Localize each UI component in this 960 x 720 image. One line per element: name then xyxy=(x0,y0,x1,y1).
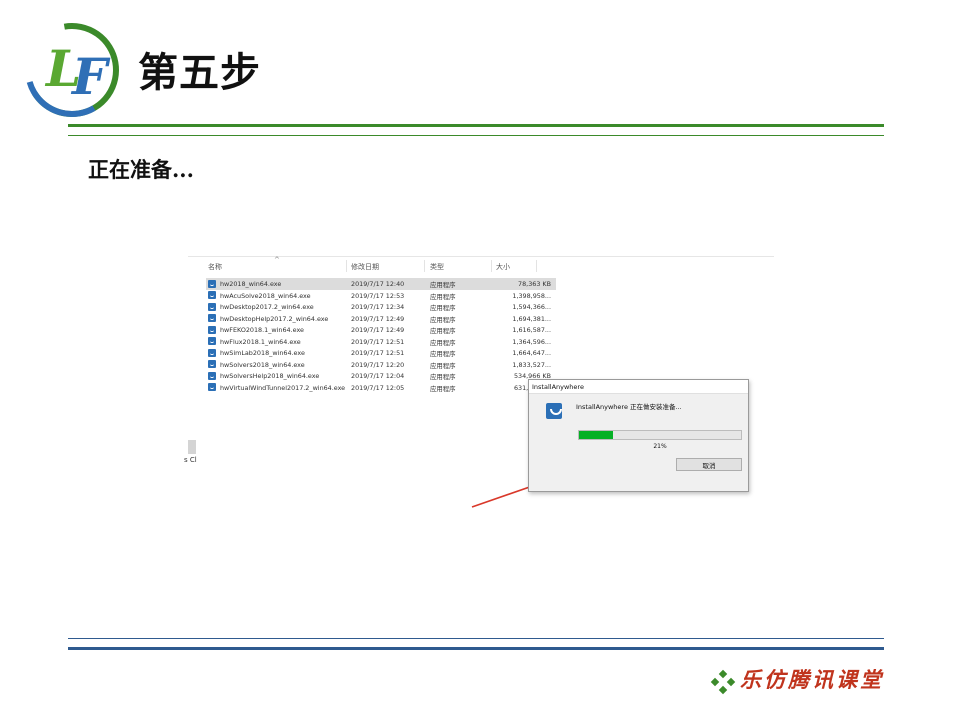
table-row[interactable]: hw2018_win64.exe 2019/7/17 12:40 应用程序 78,36… xyxy=(206,278,556,290)
lf-logo-icon: L F xyxy=(24,22,119,117)
table-row[interactable]: hwSolversHelp2018_win64.exe 2019/7/17 12:… xyxy=(206,370,556,382)
table-row[interactable]: hwFEKO2018.1_win64.exe 2019/7/17 12:49 应用程… xyxy=(206,324,556,336)
table-row[interactable]: hwSimLab2018_win64.exe 2019/7/17 12:51 应用程… xyxy=(206,347,556,359)
slide-title: 第五步 xyxy=(138,50,261,96)
file-type: 应用程序 xyxy=(430,327,456,335)
installer-file-icon xyxy=(208,348,216,357)
file-size: 1,594,366... xyxy=(512,303,551,311)
table-row[interactable]: hwDesktopHelp2017.2_win64.exe 2019/7/17 1… xyxy=(206,313,556,325)
file-date: 2019/7/17 12:49 xyxy=(351,314,405,323)
installer-file-icon xyxy=(208,302,216,311)
file-type: 应用程序 xyxy=(430,338,456,347)
slide-subtitle: 正在准备... xyxy=(88,157,194,182)
file-size: 1,616,587... xyxy=(512,326,551,334)
file-date: 2019/7/17 12:53 xyxy=(351,291,405,300)
file-size: 1,398,958... xyxy=(512,291,551,300)
scrollbar-stub[interactable] xyxy=(188,440,196,454)
column-separator[interactable] xyxy=(536,260,537,272)
column-header-date[interactable]: 修改日期 xyxy=(351,262,379,272)
file-name: hwSolvers2018_win64.exe xyxy=(220,360,305,369)
file-name: hwSolversHelp2018_win64.exe xyxy=(220,372,320,380)
file-size: 1,694,381... xyxy=(512,314,551,323)
file-type: 应用程序 xyxy=(430,304,456,312)
file-size: 1,364,596... xyxy=(512,337,551,346)
progress-bar xyxy=(578,430,742,440)
file-name: hw2018_win64.exe xyxy=(220,280,282,288)
installer-file-icon xyxy=(208,371,216,380)
file-name: hwDesktop2017.2_win64.exe xyxy=(220,303,314,311)
table-row[interactable]: hwAcuSolve2018_win64.exe 2019/7/17 12:53 应… xyxy=(206,290,556,302)
installer-file-icon xyxy=(208,360,216,368)
file-type: 应用程序 xyxy=(430,292,456,301)
footer-rule-thin xyxy=(68,638,884,639)
cancel-button[interactable]: 取消 xyxy=(676,458,742,471)
dialog-titlebar[interactable]: InstallAnywhere xyxy=(529,380,748,394)
installer-file-icon xyxy=(208,314,216,322)
file-type: 应用程序 xyxy=(430,350,456,358)
installer-file-icon xyxy=(208,279,216,288)
file-name: hwDesktopHelp2017.2_win64.exe xyxy=(220,314,329,323)
header-rule-thin xyxy=(68,135,884,136)
file-date: 2019/7/17 12:49 xyxy=(351,326,405,334)
file-date: 2019/7/17 12:20 xyxy=(351,360,405,369)
file-name: hwVirtualWindTunnel2017.2_win64.exe xyxy=(220,383,346,392)
table-row[interactable]: hwSolvers2018_win64.exe 2019/7/17 12:20 应用… xyxy=(206,359,556,371)
file-type: 应用程序 xyxy=(430,281,456,289)
footer-rule-thick xyxy=(68,647,884,650)
file-name: hwSimLab2018_win64.exe xyxy=(220,349,305,357)
file-date: 2019/7/17 12:40 xyxy=(351,280,405,288)
file-size: 1,833,527... xyxy=(512,360,551,369)
file-size: 1,664,647... xyxy=(512,349,551,357)
installer-file-icon xyxy=(208,291,216,299)
file-type: 应用程序 xyxy=(430,373,456,381)
installanywhere-icon xyxy=(546,403,562,419)
file-type: 应用程序 xyxy=(430,384,456,393)
table-row[interactable]: hwFlux2018.1_win64.exe 2019/7/17 12:51 应用程… xyxy=(206,336,556,348)
column-header-size[interactable]: 大小 xyxy=(496,262,510,272)
footer-text: 乐仿腾讯课堂 xyxy=(740,667,884,692)
file-name: hwFEKO2018.1_win64.exe xyxy=(220,326,304,334)
table-row[interactable]: hwVirtualWindTunnel2017.2_win64.exe 2019/… xyxy=(206,382,556,394)
installer-file-icon xyxy=(208,325,216,334)
column-separator[interactable] xyxy=(424,260,425,272)
installanywhere-dialog: InstallAnywhere InstallAnywhere 正在做安装准备.… xyxy=(528,379,749,492)
file-date: 2019/7/17 12:51 xyxy=(351,349,405,357)
truncated-label: s Cl xyxy=(184,456,197,464)
file-date: 2019/7/17 12:05 xyxy=(351,383,405,392)
column-separator[interactable] xyxy=(346,260,347,272)
column-header-name[interactable]: 名称 xyxy=(208,262,222,272)
sort-caret-icon: ^ xyxy=(274,256,280,264)
dialog-message: InstallAnywhere 正在做安装准备... xyxy=(576,403,682,411)
column-header-type[interactable]: 类型 xyxy=(430,262,444,272)
file-name: hwAcuSolve2018_win64.exe xyxy=(220,291,311,300)
progress-percent-label: 21% xyxy=(653,443,667,450)
installer-file-icon xyxy=(208,337,216,345)
progress-bar-fill xyxy=(579,431,614,439)
file-type: 应用程序 xyxy=(430,361,456,370)
file-date: 2019/7/17 12:04 xyxy=(351,372,405,380)
installer-file-icon xyxy=(208,383,216,391)
header-rule-thick xyxy=(68,124,884,127)
table-row[interactable]: hwDesktop2017.2_win64.exe 2019/7/17 12:34… xyxy=(206,301,556,313)
diamond-cluster-icon xyxy=(710,669,736,694)
file-date: 2019/7/17 12:34 xyxy=(351,303,405,311)
file-type: 应用程序 xyxy=(430,315,456,324)
file-date: 2019/7/17 12:51 xyxy=(351,337,405,346)
file-name: hwFlux2018.1_win64.exe xyxy=(220,337,301,346)
logo-letter-f: F xyxy=(70,47,111,106)
dialog-title: InstallAnywhere xyxy=(532,383,584,391)
column-separator[interactable] xyxy=(491,260,492,272)
file-size: 78,363 KB xyxy=(518,280,551,288)
footer-brand: 乐仿腾讯课堂 xyxy=(710,664,884,694)
